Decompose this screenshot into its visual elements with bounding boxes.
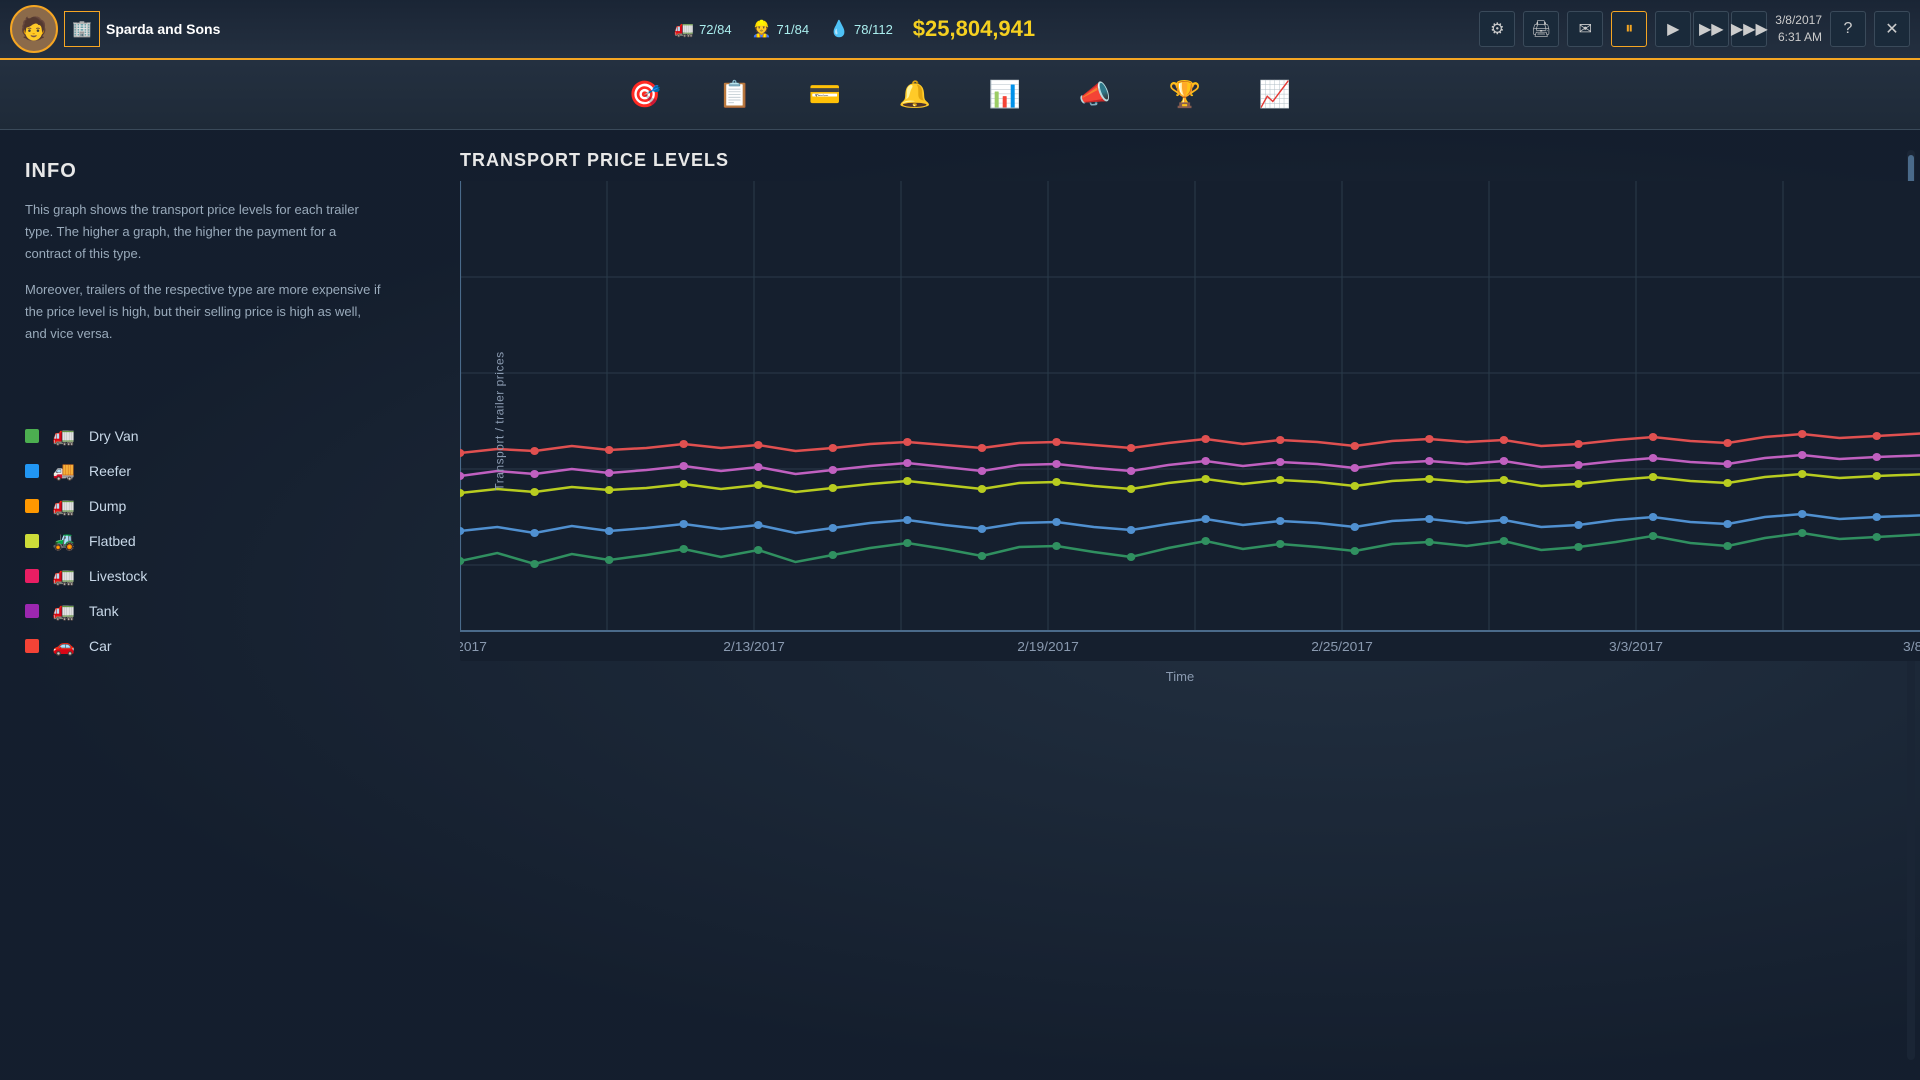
legend-color-dryvan xyxy=(25,429,39,443)
fast-forward-button[interactable]: ▶▶ xyxy=(1693,11,1729,47)
avatar: 🧑 xyxy=(10,5,58,53)
info-paragraph-1: This graph shows the transport price lev… xyxy=(25,199,385,265)
svg-text:2/13/2017: 2/13/2017 xyxy=(723,639,785,654)
truck-icon: 🚛 xyxy=(674,19,694,39)
legend-item-dump[interactable]: 🚛 Dump xyxy=(25,496,385,517)
close-button[interactable]: ✕ xyxy=(1874,11,1910,47)
nav-contracts[interactable]: 📋 xyxy=(710,70,760,120)
flatbed-icon: 🚜 xyxy=(49,531,79,552)
speed-buttons: ▶ ▶▶ ▶▶▶ xyxy=(1655,11,1767,47)
legend-item-dryvan[interactable]: 🚛 Dry Van xyxy=(25,426,385,447)
tank-icon: 🚛 xyxy=(49,601,79,622)
chart-title: TRANSPORT PRICE LEVELS xyxy=(460,150,1900,171)
legend-color-car xyxy=(25,639,39,653)
car-icon: 🚗 xyxy=(49,636,79,657)
legend-color-flatbed xyxy=(25,534,39,548)
legend-color-tank xyxy=(25,604,39,618)
svg-text:3/8/2017: 3/8/2017 xyxy=(1903,639,1920,654)
nav-finances[interactable]: 💳 xyxy=(800,70,850,120)
stat-trucks: 🚛 72/84 xyxy=(674,19,731,39)
legend-item-flatbed[interactable]: 🚜 Flatbed xyxy=(25,531,385,552)
legend-item-tank[interactable]: 🚛 Tank xyxy=(25,601,385,622)
legend-label-flatbed: Flatbed xyxy=(89,533,136,549)
stat-trailers-value: 78/112 xyxy=(854,22,893,37)
stat-drivers-value: 71/84 xyxy=(777,22,810,37)
time: 6:31 AM xyxy=(1775,29,1822,46)
settings-button[interactable]: ⚙ xyxy=(1479,11,1515,47)
info-paragraph-2: Moreover, trailers of the respective typ… xyxy=(25,279,385,345)
stat-trucks-value: 72/84 xyxy=(699,22,732,37)
svg-text:2/19/2017: 2/19/2017 xyxy=(1017,639,1079,654)
legend-label-dryvan: Dry Van xyxy=(89,428,139,444)
help-button[interactable]: ? xyxy=(1830,11,1866,47)
info-title: INFO xyxy=(25,160,385,183)
legend-label-tank: Tank xyxy=(89,603,119,619)
chart-area: TRANSPORT PRICE LEVELS Transport / trail… xyxy=(410,130,1920,1080)
svg-text:2/7/2017: 2/7/2017 xyxy=(460,639,487,654)
reefer-icon: 🚚 xyxy=(49,461,79,482)
stat-trailers: 💧 78/112 xyxy=(829,19,893,39)
legend-label-livestock: Livestock xyxy=(89,568,147,584)
money-display: $25,804,941 xyxy=(913,16,1035,42)
left-panel: INFO This graph shows the transport pric… xyxy=(0,130,410,1080)
legend-item-reefer[interactable]: 🚚 Reefer xyxy=(25,461,385,482)
y-axis-label: Transport / trailer prices xyxy=(493,351,507,490)
dryvan-icon: 🚛 xyxy=(49,426,79,447)
avatar-section: 🧑 🏢 Sparda and Sons xyxy=(10,5,230,53)
legend-color-livestock xyxy=(25,569,39,583)
chart-container: Transport / trailer prices xyxy=(460,181,1920,661)
stats-section: 🚛 72/84 👷 71/84 💧 78/112 $25,804,941 xyxy=(230,16,1479,42)
fastest-forward-button[interactable]: ▶▶▶ xyxy=(1731,11,1767,47)
nav-marketing[interactable]: 📣 xyxy=(1070,70,1120,120)
topbar: 🧑 🏢 Sparda and Sons 🚛 72/84 👷 71/84 💧 78… xyxy=(0,0,1920,60)
legend-color-reefer xyxy=(25,464,39,478)
nav-notifications[interactable]: 🔔 xyxy=(890,70,940,120)
nav-statistics[interactable]: 📊 xyxy=(980,70,1030,120)
print-button[interactable]: 🖨 xyxy=(1523,11,1559,47)
livestock-icon: 🚛 xyxy=(49,566,79,587)
driver-icon: 👷 xyxy=(752,19,772,39)
legend: 🚛 Dry Van 🚚 Reefer 🚛 Dump 🚜 Flatbed 🚛 xyxy=(25,426,385,657)
svg-text:3/3/2017: 3/3/2017 xyxy=(1609,639,1663,654)
play-button[interactable]: ▶ xyxy=(1655,11,1691,47)
date: 3/8/2017 xyxy=(1775,12,1822,29)
legend-color-dump xyxy=(25,499,39,513)
stat-drivers: 👷 71/84 xyxy=(752,19,809,39)
main-content: INFO This graph shows the transport pric… xyxy=(0,130,1920,1080)
chart-svg: 2/7/2017 2/13/2017 2/19/2017 2/25/2017 3… xyxy=(460,181,1920,661)
nav-objectives[interactable]: 🎯 xyxy=(620,70,670,120)
navbar: 🎯 📋 💳 🔔 📊 📣 🏆 📈 xyxy=(0,60,1920,130)
nav-market[interactable]: 📈 xyxy=(1250,70,1300,120)
legend-label-reefer: Reefer xyxy=(89,463,131,479)
svg-text:2/25/2017: 2/25/2017 xyxy=(1311,639,1373,654)
company-icon: 🏢 xyxy=(64,11,100,47)
datetime-display: 3/8/2017 6:31 AM xyxy=(1775,12,1822,46)
mail-button[interactable]: ✉ xyxy=(1567,11,1603,47)
x-axis-label: Time xyxy=(460,669,1900,684)
nav-achievements[interactable]: 🏆 xyxy=(1160,70,1210,120)
legend-item-car[interactable]: 🚗 Car xyxy=(25,636,385,657)
legend-label-dump: Dump xyxy=(89,498,126,514)
trailer-icon: 💧 xyxy=(829,19,849,39)
pause-button[interactable]: ⏸ xyxy=(1611,11,1647,47)
dump-icon: 🚛 xyxy=(49,496,79,517)
right-section: ⚙ 🖨 ✉ ⏸ ▶ ▶▶ ▶▶▶ 3/8/2017 6:31 AM ? ✕ xyxy=(1479,11,1910,47)
legend-item-livestock[interactable]: 🚛 Livestock xyxy=(25,566,385,587)
company-name: Sparda and Sons xyxy=(106,21,220,37)
legend-label-car: Car xyxy=(89,638,112,654)
